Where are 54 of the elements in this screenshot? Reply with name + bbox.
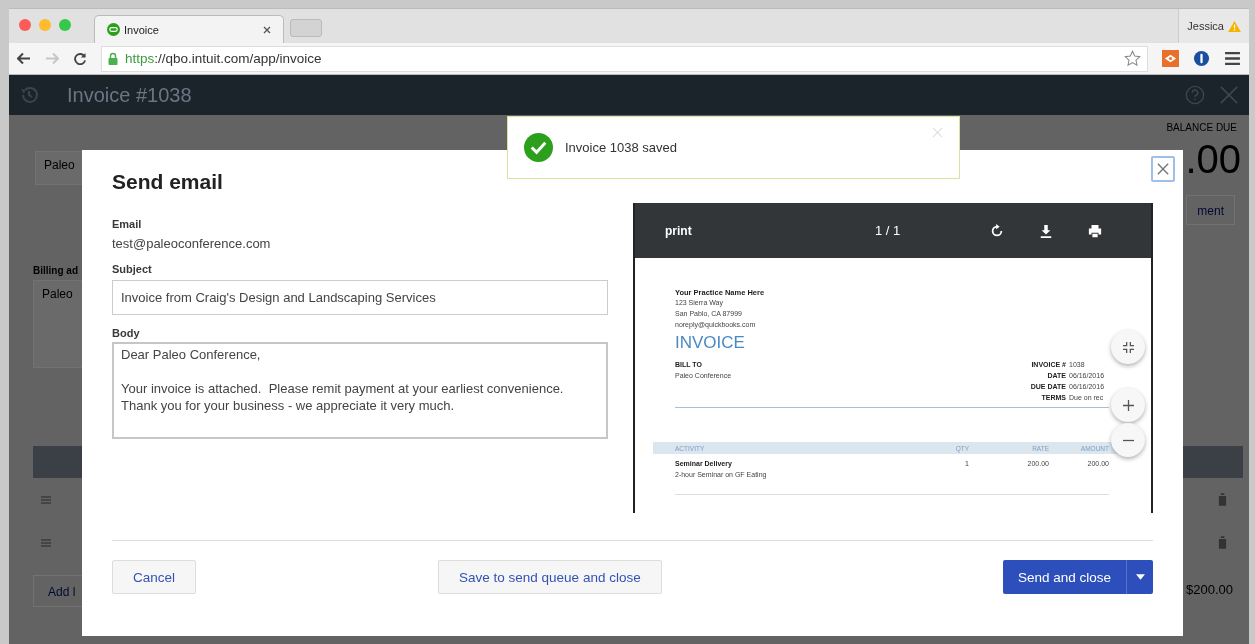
menu-icon[interactable] <box>1224 50 1241 67</box>
url-text: https://qbo.intuit.com/app/invoice <box>125 51 323 66</box>
trash-icon <box>1218 536 1227 549</box>
print-icon[interactable] <box>1088 223 1102 238</box>
browser-tab[interactable]: Invoice <box>94 15 284 43</box>
address-bar[interactable]: https://qbo.intuit.com/app/invoice <box>101 45 1148 72</box>
trash-icon <box>1218 493 1227 506</box>
page-count: 1 / 1 <box>875 223 902 238</box>
total-amount: $200.00 <box>1186 582 1233 597</box>
dialog-button[interactable]: Save to send queue and close <box>438 560 662 594</box>
dialog-button[interactable]: Cancel <box>112 560 197 594</box>
toast-message: Invoice 1038 saved <box>565 140 679 155</box>
preview-title: print <box>665 223 693 238</box>
reload-button[interactable] <box>73 52 87 65</box>
drag-handle-icon <box>41 538 51 548</box>
billing-label: Billing ad <box>33 265 78 276</box>
back-button[interactable] <box>17 52 31 65</box>
dialog-title: Send email <box>112 170 224 194</box>
extension-icon[interactable] <box>1162 50 1179 67</box>
fit-page-button[interactable] <box>1111 330 1145 364</box>
send-options-button[interactable] <box>1126 560 1153 594</box>
invoice-heading: INVOICE <box>675 333 745 353</box>
balance-due-label: BALANCE DUE <box>1166 123 1237 133</box>
lock-icon <box>108 52 118 65</box>
tab-favicon-icon <box>107 23 120 36</box>
close-icon[interactable] <box>1219 85 1239 105</box>
email-label: Email <box>112 218 143 230</box>
send-and-close-button[interactable]: Send and close <box>1002 560 1126 594</box>
body-label: Body <box>112 327 141 339</box>
rotate-icon[interactable] <box>990 223 1004 238</box>
profile-button[interactable]: Jessica <box>1178 9 1249 43</box>
help-icon[interactable] <box>1185 85 1205 105</box>
subject-field[interactable]: Invoice from Craig's Design and Landscaping Services <box>112 280 608 315</box>
caret-icon <box>1135 574 1145 580</box>
password-manager-icon[interactable] <box>1193 50 1210 67</box>
tab-title: Invoice <box>124 23 160 36</box>
drag-handle-icon <box>41 495 51 505</box>
bookmark-star-icon[interactable] <box>1124 50 1141 67</box>
close-window-button[interactable] <box>19 19 31 31</box>
check-icon <box>524 133 553 162</box>
plus-icon <box>1122 399 1134 411</box>
email-address: test@paleoconference.com <box>112 236 272 251</box>
body-field[interactable]: Dear Paleo Conference, Your invoice is attached. Please remit payment at your earliest convenience. Thank you for your business - we appreciate it very much. <box>112 342 608 439</box>
close-icon <box>1157 162 1169 176</box>
close-tab-icon[interactable] <box>263 25 271 34</box>
history-icon[interactable] <box>19 85 39 105</box>
page-title: Invoice #1038 <box>67 83 192 107</box>
balance-amount: .00 <box>1185 139 1241 179</box>
warning-icon <box>1228 20 1241 32</box>
close-button[interactable] <box>1151 156 1175 182</box>
subject-label: Subject <box>112 263 153 275</box>
download-icon[interactable] <box>1039 223 1053 238</box>
collapse-arrows-icon <box>1122 341 1134 353</box>
zoom-in-button[interactable] <box>1111 388 1145 422</box>
